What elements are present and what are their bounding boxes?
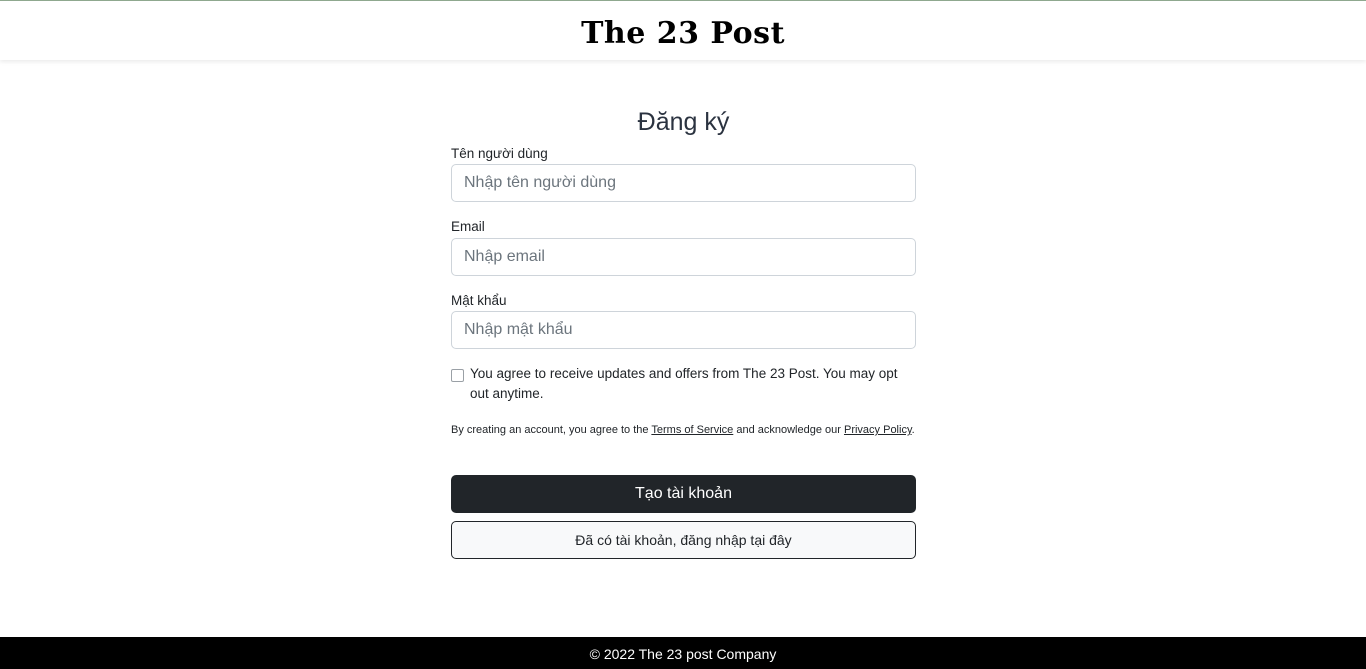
terms-prefix: By creating an account, you agree to the bbox=[451, 424, 652, 436]
password-input[interactable] bbox=[451, 311, 916, 349]
email-input[interactable] bbox=[451, 238, 916, 276]
password-label: Mật khẩu bbox=[451, 293, 507, 308]
terms-of-service-link[interactable]: Terms of Service bbox=[651, 424, 733, 436]
privacy-policy-link[interactable]: Privacy Policy bbox=[844, 424, 912, 436]
username-input[interactable] bbox=[451, 164, 916, 202]
consent-checkbox[interactable] bbox=[451, 369, 464, 382]
terms-middle: and acknowledge our bbox=[733, 424, 844, 436]
page-title: Đăng ký bbox=[637, 108, 730, 136]
consent-label: You agree to receive updates and offers … bbox=[470, 366, 898, 401]
site-footer: © 2022 The 23 post Company bbox=[0, 637, 1366, 669]
site-header: The 23 Post bbox=[0, 0, 1366, 60]
signup-page: The 23 Post Đăng ký Tên người dùng Email… bbox=[0, 0, 1366, 669]
copyright-text: © 2022 The 23 post Company bbox=[589, 646, 777, 662]
terms-notice: By creating an account, you agree to the… bbox=[451, 420, 916, 440]
username-label: Tên người dùng bbox=[451, 146, 548, 161]
login-link-button[interactable]: Đã có tài khoản, đăng nhập tại đây bbox=[451, 521, 916, 559]
site-logo[interactable]: The 23 Post bbox=[0, 14, 1366, 54]
terms-suffix: . bbox=[911, 424, 915, 436]
email-label: Email bbox=[451, 219, 485, 234]
create-account-button[interactable]: Tạo tài khoản bbox=[451, 475, 916, 513]
